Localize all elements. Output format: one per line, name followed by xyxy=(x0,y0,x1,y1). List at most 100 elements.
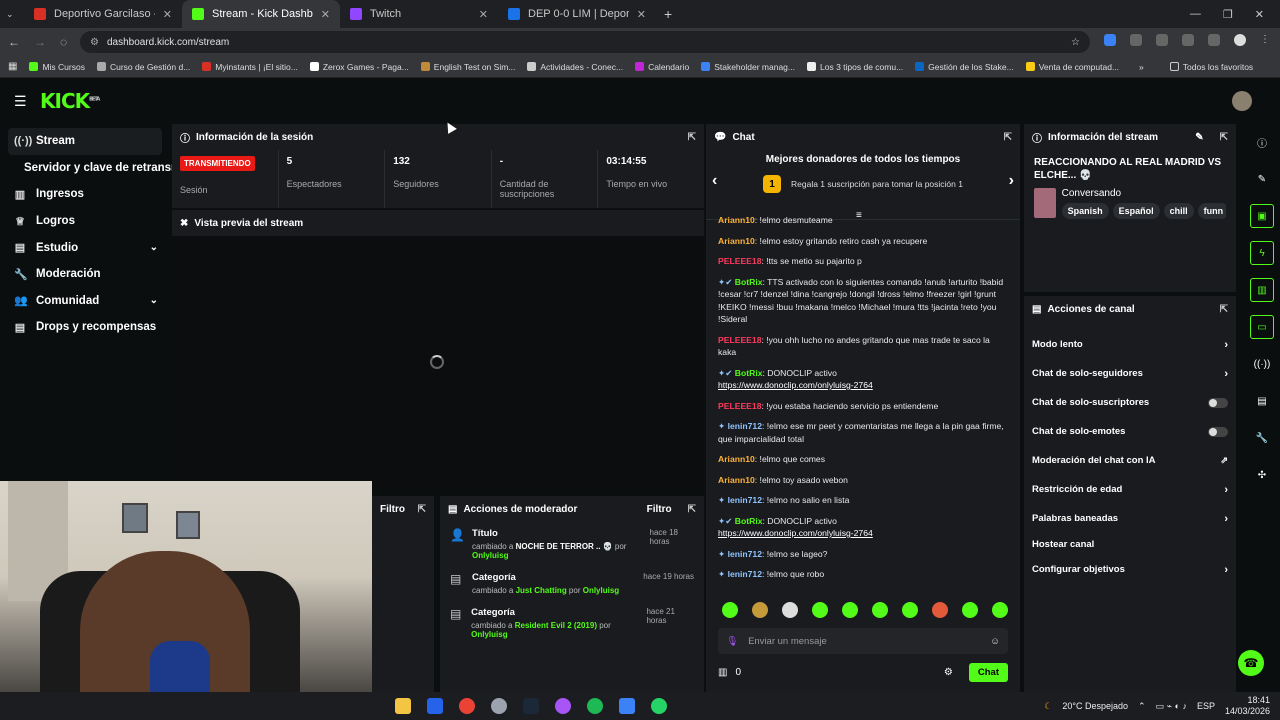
detail-value[interactable]: Just Chatting xyxy=(516,586,567,595)
detail-value[interactable]: Resident Evil 2 (2019) xyxy=(515,621,597,630)
chat-username[interactable]: PELEEE18 xyxy=(718,256,761,266)
chat-username[interactable]: PELEEE18 xyxy=(718,335,761,345)
settings-gear-icon[interactable]: ⚙ xyxy=(944,667,953,678)
popout-icon[interactable]: ⇱ xyxy=(1220,304,1228,315)
bookmark-star-icon[interactable]: ☆ xyxy=(1071,37,1080,48)
chat-link[interactable]: https://www.donoclip.com/onlyluisg-2764 xyxy=(718,379,1008,392)
tab-search-icon[interactable]: ⌄ xyxy=(6,9,14,20)
apps-icon[interactable]: ✣ xyxy=(1250,463,1274,487)
chat-username[interactable]: BotRix xyxy=(735,368,763,378)
broadcast-icon[interactable]: ((·)) xyxy=(1250,352,1274,376)
popout-icon[interactable]: ⇱ xyxy=(688,504,696,515)
action-configure-goals[interactable]: Configurar objetivos › xyxy=(1024,555,1236,584)
popout-icon[interactable]: ⇱ xyxy=(1004,132,1012,143)
action-host-channel[interactable]: Hostear canal xyxy=(1024,533,1236,555)
sidebar-item-studio[interactable]: ▤ Estudio ⌄ xyxy=(0,234,170,261)
browser-tab-3[interactable]: Twitch ✕ xyxy=(340,0,498,28)
browser-tab-0[interactable]: ⌄ xyxy=(0,0,24,28)
puzzle-icon[interactable] xyxy=(1182,34,1194,46)
action-ai-moderation[interactable]: Moderación del chat con IA ⇗ xyxy=(1024,446,1236,475)
chat-username[interactable]: Ariann10 xyxy=(718,475,755,485)
sidebar-item-revenue[interactable]: ▥ Ingresos xyxy=(0,181,170,208)
close-icon[interactable]: ✕ xyxy=(637,8,646,21)
close-icon[interactable]: ✕ xyxy=(479,8,488,21)
edit-pencil-icon[interactable]: ✎ xyxy=(1195,132,1203,143)
sidebar-item-server-key[interactable]: Servidor y clave de retransmisión xyxy=(0,155,172,182)
loading-icon[interactable]: ◌ xyxy=(60,35,67,49)
action-banned-words[interactable]: Palabras baneadas › xyxy=(1024,504,1236,533)
emoji-icon[interactable]: ☺ xyxy=(990,636,1000,647)
emote-icon[interactable] xyxy=(842,602,858,618)
detail-user[interactable]: Onlyluisg xyxy=(472,551,508,560)
extension-icon[interactable] xyxy=(1156,34,1168,46)
clock[interactable]: 18:41 14/03/2026 xyxy=(1225,695,1270,717)
menu-dots-icon[interactable]: ⋮ xyxy=(1260,34,1272,46)
emote-icon[interactable] xyxy=(722,602,738,618)
spotify-icon[interactable] xyxy=(587,698,603,714)
chat-username[interactable]: lenin712 xyxy=(728,569,762,579)
chat-bubble-icon[interactable]: ▭ xyxy=(1250,315,1274,339)
bookmark-item[interactable]: Mis Cursos xyxy=(29,62,85,72)
edit-pencil-icon[interactable]: ✎ xyxy=(1250,167,1274,191)
all-favorites[interactable]: Todos los favoritos xyxy=(1169,62,1253,72)
bookmark-item[interactable]: Actividades - Conec... xyxy=(527,62,623,72)
sidebar-item-moderation[interactable]: 🔧 Moderación xyxy=(0,261,170,288)
sidebar-item-stream[interactable]: ((·)) Stream xyxy=(8,128,162,155)
emote-icon[interactable] xyxy=(902,602,918,618)
sidebar-item-drops[interactable]: ▤ Drops y recompensas xyxy=(0,314,170,341)
chevron-right-icon[interactable]: › xyxy=(1009,172,1014,190)
apps-grid-icon[interactable]: ▦ xyxy=(8,61,17,72)
chat-username[interactable]: PELEEE18 xyxy=(718,401,761,411)
popout-icon[interactable]: ⇱ xyxy=(418,504,426,515)
whatsapp-icon[interactable] xyxy=(651,698,667,714)
emote-icon[interactable] xyxy=(812,602,828,618)
tray-arrow-icon[interactable]: ⌃ xyxy=(1138,701,1146,712)
emote-icon[interactable] xyxy=(872,602,888,618)
chrome-icon[interactable] xyxy=(459,698,475,714)
bookmark-item[interactable]: Stakeholder manag... xyxy=(701,62,795,72)
browser-tab-1[interactable]: Deportivo Garcilaso - Alianza Li ✕ xyxy=(24,0,182,28)
app-icon[interactable] xyxy=(619,698,635,714)
emote-icon[interactable] xyxy=(782,602,798,618)
floating-support-icon[interactable]: ☎ xyxy=(1238,650,1264,676)
list-icon[interactable]: ▤ xyxy=(1250,389,1274,413)
more-bookmarks-icon[interactable]: » xyxy=(1139,62,1144,72)
restore-icon[interactable]: ❐ xyxy=(1223,8,1233,21)
close-icon[interactable]: ✕ xyxy=(321,8,330,21)
browser-tab-2[interactable]: Stream - Kick Dashboard ✕ xyxy=(182,0,340,28)
chat-username[interactable]: Ariann10 xyxy=(718,454,755,464)
detail-user[interactable]: Onlyluisg xyxy=(583,586,619,595)
tag[interactable]: Español xyxy=(1112,203,1160,219)
tray-icons[interactable]: ▭ ⌁ ◐ ♪ xyxy=(1156,701,1187,712)
info-icon[interactable]: ⓘ xyxy=(1250,130,1274,154)
bookmark-item[interactable]: Calendario xyxy=(635,62,689,72)
bookmark-item[interactable]: Venta de computad... xyxy=(1025,62,1119,72)
emote-icon[interactable] xyxy=(932,602,948,618)
lightning-icon[interactable]: ϟ xyxy=(1250,241,1274,265)
chat-input[interactable]: 🎙 Enviar un mensaje ☺ xyxy=(718,628,1008,654)
steam-icon[interactable] xyxy=(523,698,539,714)
bookmark-item[interactable]: English Test on Sim... xyxy=(420,62,515,72)
filter-label[interactable]: Filtro xyxy=(380,504,405,515)
minimize-icon[interactable]: — xyxy=(1190,8,1201,21)
chat-link[interactable]: https://www.donoclip.com/onlyluisg-2764 xyxy=(718,527,1008,540)
popout-icon[interactable]: ⇱ xyxy=(688,132,696,143)
action-slow-mode[interactable]: Modo lento › xyxy=(1024,330,1236,359)
tag[interactable]: Spanish xyxy=(1061,203,1109,219)
app-icon[interactable] xyxy=(491,698,507,714)
stream-preview[interactable]: ✖ Vista previa del stream xyxy=(172,210,704,490)
kick-logo[interactable]: KICKBETA xyxy=(40,89,100,113)
chat-username[interactable]: BotRix xyxy=(735,516,763,526)
chat-username[interactable]: Ariann10 xyxy=(718,215,755,225)
chat-username[interactable]: lenin712 xyxy=(728,549,762,559)
action-age-restriction[interactable]: Restricción de edad › xyxy=(1024,475,1236,504)
profile-icon[interactable] xyxy=(1234,34,1246,46)
bookmark-item[interactable]: Myinstants | ¡El sitio... xyxy=(202,62,298,72)
language-indicator[interactable]: ESP xyxy=(1197,701,1215,711)
bookmark-item[interactable]: Gestión de los Stake... xyxy=(915,62,1014,72)
chat-username[interactable]: lenin712 xyxy=(728,421,762,431)
bookmark-item[interactable]: Los 3 tipos de comu... xyxy=(807,62,903,72)
filter-button[interactable]: Filtro xyxy=(647,504,672,515)
store-icon[interactable] xyxy=(427,698,443,714)
back-icon[interactable]: ← xyxy=(8,35,20,49)
